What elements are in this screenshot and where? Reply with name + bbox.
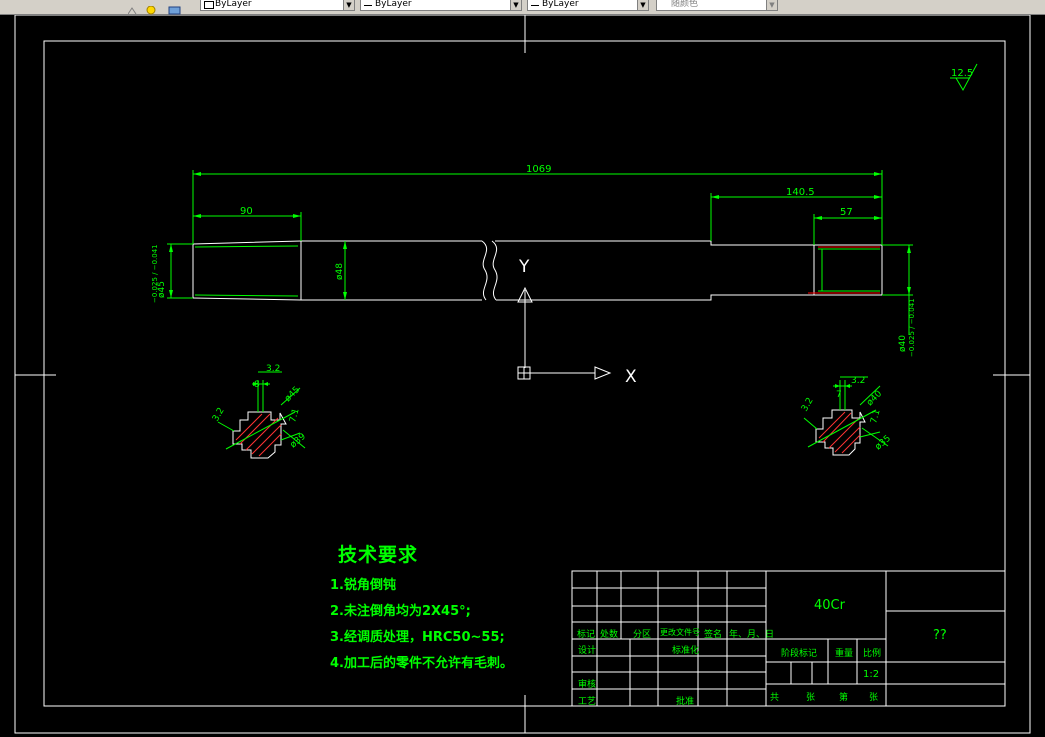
thread-lines-red: [808, 246, 880, 294]
property-toolbar: ByLayer ▼ ByLayer ▼ ByLayer ▼ 随颜色 ▼: [0, 0, 1045, 15]
section-left-outer: ø45: [283, 385, 302, 404]
ucs-y-label: Y: [518, 257, 530, 277]
section-right-depth: 3.2: [800, 396, 816, 413]
technical-requirements: 技术要求 1.锐角倒钝 2.未注倒角均为2X45°; 3.经调质处理，HRC50…: [330, 540, 513, 671]
color-control-combo[interactable]: ByLayer ▼: [200, 0, 355, 11]
drawing-frame-inner: [14, 15, 1031, 734]
title-scale: 1:2: [863, 669, 879, 680]
tb-approve: 批准: [676, 697, 695, 707]
tb-sheets-unit1: 张: [806, 693, 816, 703]
chevron-down-icon[interactable]: ▼: [510, 0, 521, 10]
color-swatch-icon: [204, 1, 214, 9]
section-left-width: 8: [254, 380, 260, 390]
centering-marks: [15, 15, 1030, 733]
title-material: 40Cr: [814, 598, 846, 613]
roughness-value: 12.5: [951, 68, 973, 79]
chevron-down-icon[interactable]: ▼: [343, 0, 354, 10]
tb-header-change-doc: 更改文件号: [660, 628, 700, 637]
section-left-chamfer: 3.2: [266, 364, 280, 374]
dim-dia-left-tol: −0.025 / −0.041: [151, 244, 159, 303]
dim-dia-right: ø40: [898, 335, 908, 352]
chevron-down-icon[interactable]: ▼: [766, 0, 777, 10]
dim-dia-mid: ø48: [335, 263, 345, 280]
tb-header-date: 年、月、日: [729, 630, 775, 640]
requirement-item: 3.经调质处理，HRC50~55;: [330, 630, 505, 645]
drawing-canvas[interactable]: 12.5 1069 90 140.5 57 ø45 −0.025 / −0.04…: [0, 15, 1045, 737]
section-left-r: 7.1: [288, 407, 301, 423]
lineweight-swatch-icon: [531, 5, 539, 6]
section-right-width: 7: [836, 390, 842, 400]
dim-right-end: 57: [840, 207, 853, 218]
tb-sheets-total: 共: [770, 693, 780, 703]
tb-sheets-unit2: 张: [869, 693, 879, 703]
dim-left-step: 90: [240, 206, 253, 217]
tb-process: 工艺: [578, 697, 597, 707]
plotstyle-control-value: 随颜色: [671, 0, 699, 9]
dim-overall: 1069: [526, 164, 551, 175]
section-right-r: 7.1: [869, 408, 882, 424]
requirement-item: 1.锐角倒钝: [330, 578, 396, 593]
linetype-control-value: ByLayer: [375, 0, 412, 9]
tb-standard: 标准化: [672, 646, 700, 656]
section-left-depth: 3.2: [211, 406, 227, 423]
tb-design: 设计: [578, 646, 597, 656]
requirement-item: 2.未注倒角均为2X45°;: [330, 604, 471, 619]
section-left-inner: ø39: [289, 432, 309, 451]
plotstyle-control-combo[interactable]: 随颜色 ▼: [656, 0, 778, 11]
ucs-x-label: X: [625, 367, 637, 387]
ucs-icon: [517, 286, 612, 380]
tb-scale-label: 比例: [863, 649, 882, 659]
tb-header-sign: 签名: [704, 630, 723, 640]
tb-header-count: 处数: [600, 630, 619, 640]
title-part-name: ??: [933, 628, 947, 643]
layer-stack-icon[interactable]: [168, 0, 181, 15]
linetype-swatch-icon: [364, 5, 372, 6]
technical-requirements-title: 技术要求: [338, 544, 419, 566]
tb-header-zone: 分区: [633, 630, 652, 640]
tb-weight: 重量: [835, 649, 854, 659]
chevron-down-icon[interactable]: ▼: [637, 0, 648, 10]
section-right-chamfer: 3.2: [851, 376, 865, 386]
layer-state-icon[interactable]: [127, 0, 140, 15]
color-control-value: ByLayer: [215, 0, 252, 9]
lineweight-control-combo[interactable]: ByLayer ▼: [527, 0, 649, 11]
lightbulb-icon[interactable]: [145, 0, 157, 15]
section-right-outer: ø40: [865, 389, 884, 408]
dim-right-step: 140.5: [786, 187, 815, 198]
thread-lines: [194, 245, 880, 297]
lineweight-control-value: ByLayer: [542, 0, 579, 9]
tb-stage: 阶段标记: [781, 649, 818, 659]
linetype-control-combo[interactable]: ByLayer ▼: [360, 0, 522, 11]
shaft-outline: [192, 240, 883, 301]
tb-review: 审核: [578, 680, 597, 690]
dim-dia-right-tol: −0.025 / −0.041: [908, 298, 916, 357]
tb-sheets-no: 第: [839, 693, 849, 703]
requirement-item: 4.加工后的零件不允许有毛刺。: [330, 656, 513, 671]
section-right-inner: ø35: [874, 434, 893, 453]
tb-header-mark: 标记: [577, 630, 596, 640]
